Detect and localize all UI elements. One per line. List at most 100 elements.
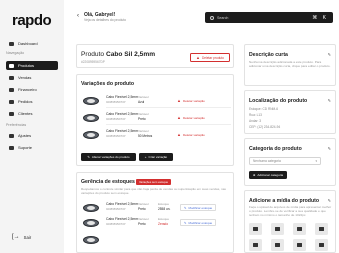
stock-card: Gerência de estoques Variações sem estoq… (76, 172, 234, 253)
list-item: Cabo Flexível 2,5mm 0208959567DP Variáve… (81, 201, 231, 213)
media-text: Faça o upload de arquivos de mídia para … (249, 205, 332, 217)
cable-image (81, 216, 101, 228)
camera-icon (319, 227, 324, 231)
add-category-button[interactable]: ⊕ Adicionar categoria (249, 171, 287, 179)
sales-icon (9, 75, 14, 80)
camera-icon (275, 243, 280, 247)
dashboard-icon (9, 41, 14, 46)
gear-icon (9, 133, 14, 138)
media-slot[interactable] (271, 239, 284, 251)
logo[interactable]: rapdo (12, 12, 52, 29)
headset-icon (9, 145, 14, 150)
chevron-down-icon: ▾ (315, 159, 317, 163)
media-slot[interactable] (315, 239, 328, 251)
stock-description: Respeitamos o controle similar para que … (81, 187, 226, 195)
variations-heading: Variações do produto (81, 81, 135, 87)
delete-variation-button[interactable]: ▲ Deletar variação (177, 97, 205, 104)
warning-icon: ▲ (177, 115, 181, 120)
alter-variations-button[interactable]: ✎ Alterar variações do produto (81, 153, 136, 161)
list-item: Cabo Flexível 2,5mm 0208959567DP Variáve… (81, 94, 231, 108)
sidebar-item-financeiro[interactable]: Financeiro (6, 85, 58, 94)
warning-icon: ▲ (177, 98, 181, 103)
cable-image (81, 94, 101, 106)
orders-icon (9, 99, 14, 104)
plus-icon: + (144, 155, 147, 159)
camera-icon (297, 227, 302, 231)
create-variation-button[interactable]: + Criar variação (139, 153, 173, 161)
sidebar-item-vendas[interactable]: Vendas (6, 73, 58, 82)
plus-icon: ⊕ (252, 173, 256, 177)
delete-variation-button[interactable]: ▲ Deletar variação (177, 114, 205, 121)
description-heading: Descrição curta (249, 52, 288, 58)
category-heading: Categoria do produto (249, 146, 302, 152)
section-navigation: Navegação (6, 51, 25, 55)
camera-icon (253, 227, 258, 231)
logout-icon: [→ (12, 234, 20, 240)
media-slot[interactable] (271, 223, 284, 235)
delete-variation-button[interactable]: ▲ Deletar variação (177, 131, 205, 138)
sidebar-item-produtos[interactable]: Produtos (6, 61, 58, 70)
list-item (81, 233, 231, 246)
camera-icon (297, 243, 302, 247)
media-slot[interactable] (249, 239, 262, 251)
status-badge: Variações sem estoque (136, 179, 172, 185)
media-heading: Adicione a mídia do produto (249, 198, 320, 204)
page-title: Produto Cabo Sil 2,5mm (81, 51, 156, 58)
edit-icon[interactable]: ✎ (328, 98, 331, 103)
clients-icon (9, 111, 14, 116)
description-text: Nenhuma descrição adicionada a este prod… (249, 60, 331, 68)
product-card: Produto Cabo Sil 2,5mm #2208959567DP ▲ De… (76, 44, 234, 68)
right-panel: Descrição curta ✎ Nenhuma descrição adic… (244, 44, 339, 253)
edit-icon[interactable]: ✎ (328, 52, 331, 57)
edit-icon[interactable]: ✎ (328, 146, 331, 151)
delete-product-button[interactable]: ▲ Deletar produto (190, 53, 230, 62)
location-card: Localização do produto ✎ Estoque: CD RNM… (244, 90, 336, 134)
search-input[interactable]: Search ⌘ K (205, 12, 333, 23)
modify-stock-button[interactable]: ✎ Modificar estoque (180, 204, 217, 211)
exit-button[interactable]: [→ Sair (12, 234, 31, 240)
sidebar: rapdo Dashboard Navegação Produtos Venda… (0, 0, 64, 253)
sidebar-item-clientes[interactable]: Clientes (6, 109, 58, 118)
back-chevron-icon[interactable]: ‹ (77, 13, 79, 19)
media-slot[interactable] (315, 223, 328, 235)
cable-image (81, 201, 101, 213)
shortcut-keys: ⌘ K (312, 14, 328, 21)
media-slot[interactable] (293, 223, 306, 235)
location-heading: Localização do produto (249, 98, 308, 104)
category-card: Categoria do produto ✎ Nenhuma categoria… (244, 138, 336, 186)
finance-icon (9, 87, 14, 92)
topbar: ‹ Olá, Gabryel! Veja os detalhes do prod… (64, 0, 339, 40)
media-slot[interactable] (293, 239, 306, 251)
app: rapdo Dashboard Navegação Produtos Venda… (0, 0, 339, 253)
edit-icon[interactable]: ✎ (328, 198, 331, 203)
sidebar-item-suporte[interactable]: Suporte (6, 143, 58, 152)
stock-heading: Gerência de estoques (81, 179, 135, 185)
section-preferences: Preferências (6, 123, 27, 127)
media-card: Adicione a mídia do produto ✎ Faça o upl… (244, 190, 336, 253)
list-item: Cabo Flexível 2,5mm 0208959567DP Variáve… (81, 111, 231, 125)
warning-icon: ▲ (196, 55, 200, 60)
modify-stock-button[interactable]: ✎ Modificar estoque (180, 219, 217, 226)
camera-icon (275, 227, 280, 231)
edit-icon: ✎ (184, 220, 187, 225)
description-card: Descrição curta ✎ Nenhuma descrição adic… (244, 44, 336, 86)
main-content: Produto Cabo Sil 2,5mm #2208959567DP ▲ De… (76, 44, 234, 253)
greeting-subtitle: Veja os detalhes do produto (84, 18, 127, 22)
sidebar-item-pedidos[interactable]: Pedidos (6, 97, 58, 106)
cable-image (81, 233, 101, 245)
variations-card: Variações do produto Cabo Flexível 2,5mm… (76, 74, 234, 166)
box-icon (9, 63, 14, 68)
search-icon (210, 15, 214, 20)
list-item: Cabo Flexível 2,5mm 0208959567DP Variáve… (81, 128, 231, 141)
sidebar-item-ajustes[interactable]: Ajustes (6, 131, 58, 140)
cable-image (81, 128, 101, 140)
camera-icon (253, 243, 258, 247)
media-slot[interactable] (249, 223, 262, 235)
product-id: #2208959567DP (81, 60, 105, 64)
cable-image (81, 111, 101, 123)
edit-icon: ✎ (87, 155, 90, 159)
camera-icon (319, 243, 324, 247)
category-select[interactable]: Nenhuma categoria ▾ (249, 157, 321, 165)
sidebar-item-dashboard[interactable]: Dashboard (6, 39, 58, 48)
warning-icon: ▲ (177, 132, 181, 137)
